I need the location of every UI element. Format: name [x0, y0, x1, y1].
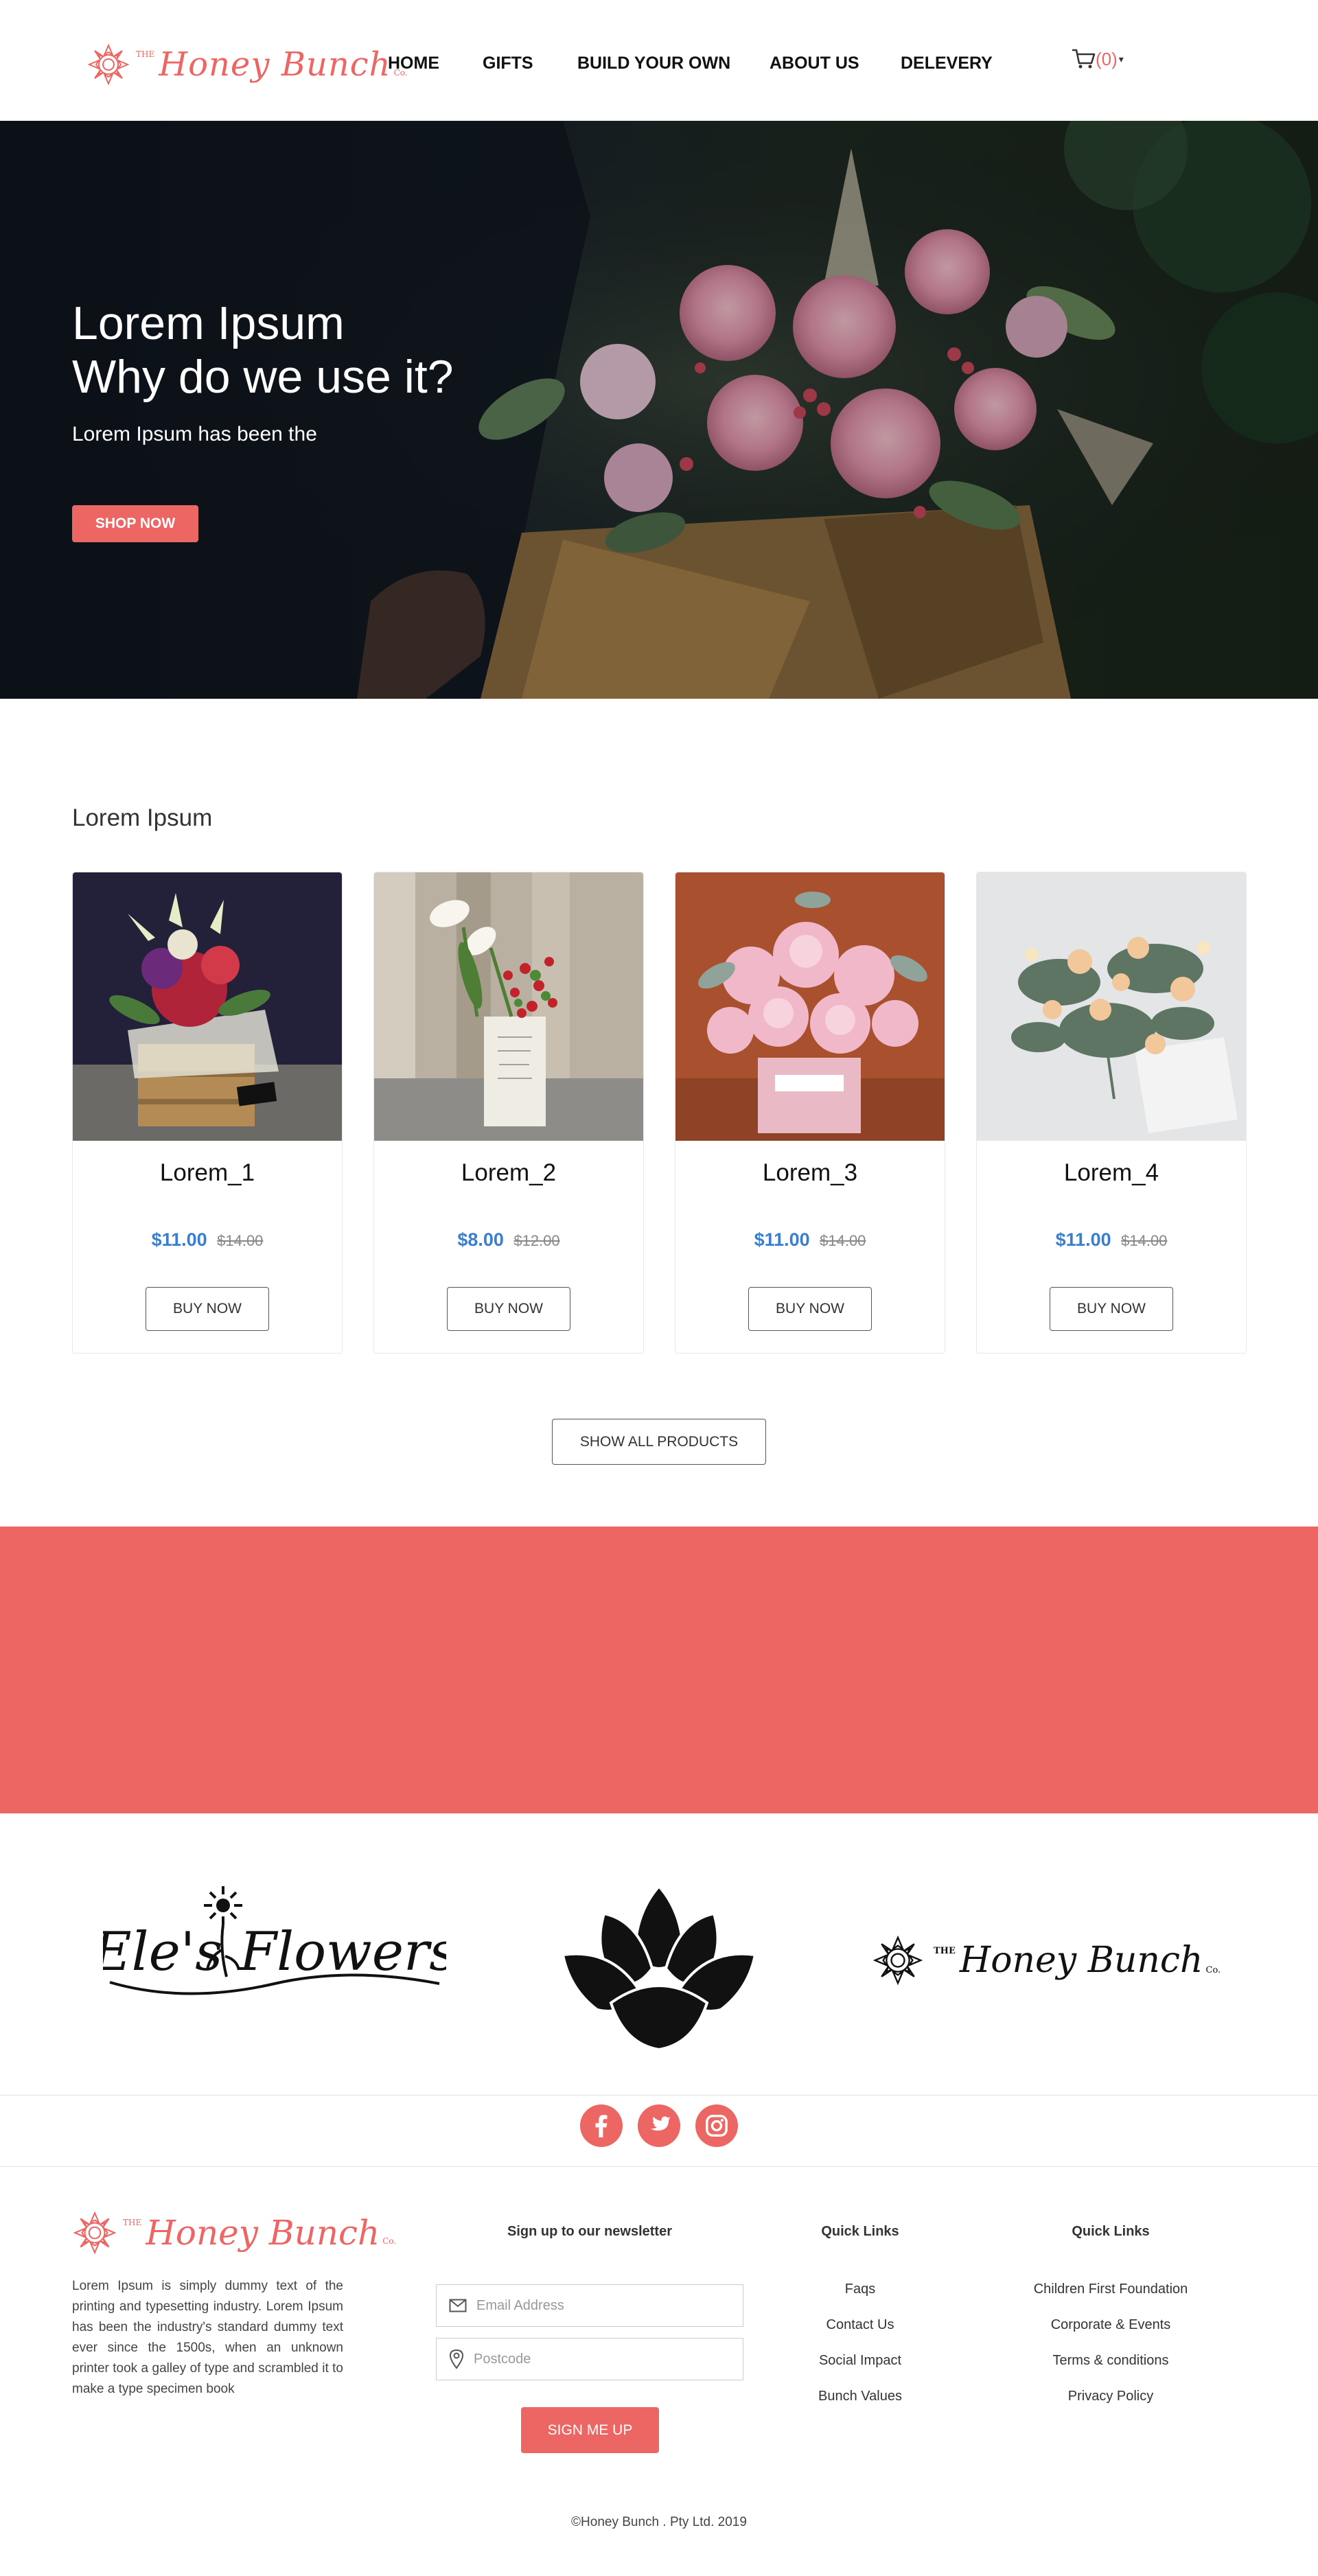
product-card: Lorem_2 $8.00 $12.00 BUY NOW: [373, 872, 644, 1354]
promo-banner: [0, 1527, 1318, 1813]
cart-button[interactable]: (0) ▾: [1071, 48, 1124, 70]
product-prices: $8.00 $12.00: [374, 1229, 643, 1251]
product-old-price: $14.00: [217, 1232, 264, 1249]
product-name[interactable]: Lorem_4: [977, 1159, 1246, 1187]
product-card: Lorem_4 $11.00 $14.00 BUY NOW: [976, 872, 1247, 1354]
products-section-title: Lorem Ipsum: [72, 804, 213, 831]
product-image[interactable]: [374, 872, 643, 1141]
product-prices: $11.00 $14.00: [977, 1229, 1246, 1251]
chevron-down-icon: ▾: [1118, 53, 1124, 65]
email-input[interactable]: [476, 2297, 724, 2314]
hero-title-line-1: Lorem Ipsum: [72, 297, 345, 349]
honey-bunch-emblem-icon: [73, 2211, 117, 2255]
footer-logo-suffix: Co.: [382, 2236, 397, 2246]
product-name[interactable]: Lorem_3: [675, 1159, 945, 1187]
eles-flowers-text: Ele's Flowers: [103, 1921, 446, 1983]
copyright-text: ©Honey Bunch . Pty Ltd. 2019: [571, 2515, 747, 2529]
footer-link-privacy-policy[interactable]: Privacy Policy: [1008, 2389, 1214, 2404]
footer-link-contact-us[interactable]: Contact Us: [791, 2317, 929, 2333]
newsletter-heading: Sign up to our newsletter: [507, 2224, 672, 2239]
twitter-button[interactable]: [638, 2104, 680, 2147]
nav-gifts[interactable]: GIFTS: [483, 54, 533, 73]
sign-me-up-button[interactable]: SIGN ME UP: [521, 2407, 659, 2453]
facebook-icon: [595, 2115, 608, 2137]
email-field[interactable]: [436, 2284, 743, 2327]
quick-links-heading-1: Quick Links: [821, 2224, 899, 2239]
product-old-price: $14.00: [820, 1232, 866, 1249]
twitter-icon: [650, 2116, 671, 2131]
show-all-products-button[interactable]: SHOW ALL PRODUCTS: [552, 1419, 766, 1465]
buy-now-button[interactable]: BUY NOW: [146, 1287, 269, 1331]
buy-now-button[interactable]: BUY NOW: [748, 1287, 872, 1331]
nav-home[interactable]: HOME: [388, 54, 439, 73]
hero-bouquet-image: [0, 121, 1318, 699]
honey-bunch-emblem-icon: [87, 43, 130, 86]
product-old-price: $14.00: [1121, 1232, 1168, 1249]
product-price: $11.00: [1055, 1229, 1111, 1250]
product-prices: $11.00 $14.00: [675, 1229, 945, 1251]
product-price: $11.00: [754, 1229, 810, 1250]
hero-subtitle: Lorem Ipsum has been the: [72, 423, 317, 445]
divider: [0, 2095, 1318, 2096]
footer-logo-name: Honey Bunch: [146, 2213, 380, 2253]
nav-delivery[interactable]: DELEVERY: [901, 54, 993, 73]
cart-icon: [1072, 49, 1096, 69]
product-card: Lorem_3 $11.00 $14.00 BUY NOW: [675, 872, 945, 1354]
partner-logo-prefix: THE: [934, 1945, 956, 1956]
header-logo[interactable]: THE Honey Bunch Co.: [86, 43, 408, 86]
product-old-price: $12.00: [513, 1232, 560, 1249]
honey-bunch-emblem-icon: [872, 1935, 923, 1986]
product-name[interactable]: Lorem_2: [374, 1159, 643, 1187]
footer-logo[interactable]: THE Honey Bunch Co.: [72, 2210, 396, 2255]
divider: [0, 2166, 1318, 2167]
logo-prefix: THE: [136, 49, 155, 59]
product-image[interactable]: [675, 872, 945, 1141]
product-name[interactable]: Lorem_1: [73, 1159, 342, 1187]
footer-about-text: Lorem Ipsum is simply dummy text of the …: [72, 2279, 343, 2396]
footer-link-bunch-values[interactable]: Bunch Values: [791, 2389, 929, 2404]
footer-link-terms[interactable]: Terms & conditions: [1008, 2353, 1214, 2369]
footer-link-children-first[interactable]: Children First Foundation: [1008, 2282, 1214, 2297]
product-card: Lorem_1 $11.00 $14.00 BUY NOW: [72, 872, 343, 1354]
eles-flowers-logo[interactable]: Ele's Flowers: [91, 1881, 456, 2015]
quick-links-heading-2: Quick Links: [1072, 2224, 1150, 2239]
nav-about-us[interactable]: ABOUT US: [770, 54, 859, 73]
buy-now-button[interactable]: BUY NOW: [1050, 1287, 1173, 1331]
hero-title-line-2: Why do we use it?: [72, 351, 454, 403]
lotus-logo[interactable]: [561, 1879, 757, 2054]
logo-name: Honey Bunch: [159, 45, 391, 84]
facebook-button[interactable]: [580, 2104, 623, 2147]
product-image[interactable]: [977, 872, 1246, 1141]
site-header: THE Honey Bunch Co. HOME GIFTS BUILD YOU…: [0, 0, 1318, 121]
instagram-icon: [706, 2115, 728, 2137]
envelope-icon: [449, 2299, 467, 2312]
postcode-field[interactable]: [436, 2338, 743, 2380]
product-price: $8.00: [457, 1229, 504, 1250]
footer-link-faqs[interactable]: Faqs: [791, 2282, 929, 2297]
location-pin-icon: [449, 2349, 464, 2369]
instagram-button[interactable]: [695, 2104, 738, 2147]
partner-logo-suffix: Co.: [1205, 1964, 1221, 1975]
footer-link-social-impact[interactable]: Social Impact: [791, 2353, 929, 2369]
hero-banner: Lorem Ipsum Why do we use it? Lorem Ipsu…: [0, 121, 1318, 699]
buy-now-button[interactable]: BUY NOW: [447, 1287, 570, 1331]
footer-link-corporate-events[interactable]: Corporate & Events: [1008, 2317, 1214, 2333]
partner-logo-name: Honey Bunch: [959, 1940, 1203, 1981]
cart-count: (0): [1096, 48, 1118, 69]
honey-bunch-partner-logo[interactable]: THE Honey Bunch Co.: [872, 1934, 1221, 1986]
product-image[interactable]: [73, 872, 342, 1141]
nav-build-your-own[interactable]: BUILD YOUR OWN: [577, 54, 730, 73]
product-prices: $11.00 $14.00: [73, 1229, 342, 1251]
footer-logo-prefix: THE: [123, 2218, 142, 2227]
shop-now-button[interactable]: SHOP NOW: [72, 505, 198, 542]
product-price: $11.00: [151, 1229, 207, 1250]
hero-title: Lorem Ipsum Why do we use it?: [72, 297, 454, 404]
postcode-input[interactable]: [474, 2351, 721, 2367]
